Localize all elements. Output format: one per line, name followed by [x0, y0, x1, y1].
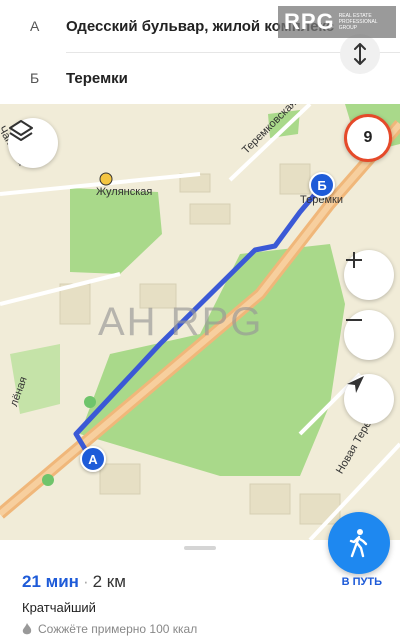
swap-icon	[354, 43, 366, 65]
sheet-handle[interactable]	[184, 546, 216, 550]
swap-button[interactable]	[340, 34, 380, 74]
route-type: Кратчайший	[22, 600, 96, 615]
to-address[interactable]: Теремки	[66, 70, 128, 87]
route-summary-sheet: 21 мин · 2 км Кратчайший Сожжёте примерно …	[0, 512, 400, 642]
calories-info: Сожжёте примерно 100 ккал	[22, 622, 197, 636]
flame-icon	[22, 622, 32, 634]
layers-icon	[9, 120, 33, 141]
park-main	[80, 244, 345, 476]
marker-b[interactable]: Б	[309, 172, 335, 198]
locate-button[interactable]	[344, 374, 394, 424]
watermark-logo: RPG REAL ESTATE PROFESSIONAL GROUP	[278, 6, 396, 38]
logo-text: RPG	[284, 9, 335, 34]
location-arrow-icon	[347, 376, 364, 393]
walking-person-icon	[349, 529, 368, 558]
park-left	[70, 188, 162, 274]
separator: ·	[82, 572, 89, 591]
zoom-in-button[interactable]	[344, 250, 394, 300]
street-zhulyanskaya: Жулянская	[96, 186, 153, 198]
plus-icon	[346, 252, 362, 268]
bus-stop-icon	[99, 172, 113, 186]
map-view[interactable]: Жулянская Теремковская Теремки Новая Тер…	[0, 104, 400, 540]
route-distance: 2 км	[92, 572, 126, 591]
logo-tagline: REAL ESTATE PROFESSIONAL GROUP	[338, 13, 378, 31]
zoom-out-button[interactable]	[344, 310, 394, 360]
layers-button[interactable]	[8, 118, 58, 168]
minus-icon	[346, 319, 362, 321]
route-summary: 21 мин · 2 км	[22, 572, 126, 592]
speed-limit-badge: 9	[344, 114, 392, 162]
from-letter: А	[30, 18, 40, 34]
marker-a[interactable]: А	[80, 446, 106, 472]
to-letter: Б	[30, 70, 40, 86]
go-button[interactable]	[328, 512, 390, 574]
route-time: 21 мин	[22, 572, 79, 591]
go-label[interactable]: В ПУТЬ	[342, 576, 382, 588]
calories-text: Сожжёте примерно 100 ккал	[38, 622, 198, 636]
map-watermark: АН RPG	[98, 300, 264, 344]
